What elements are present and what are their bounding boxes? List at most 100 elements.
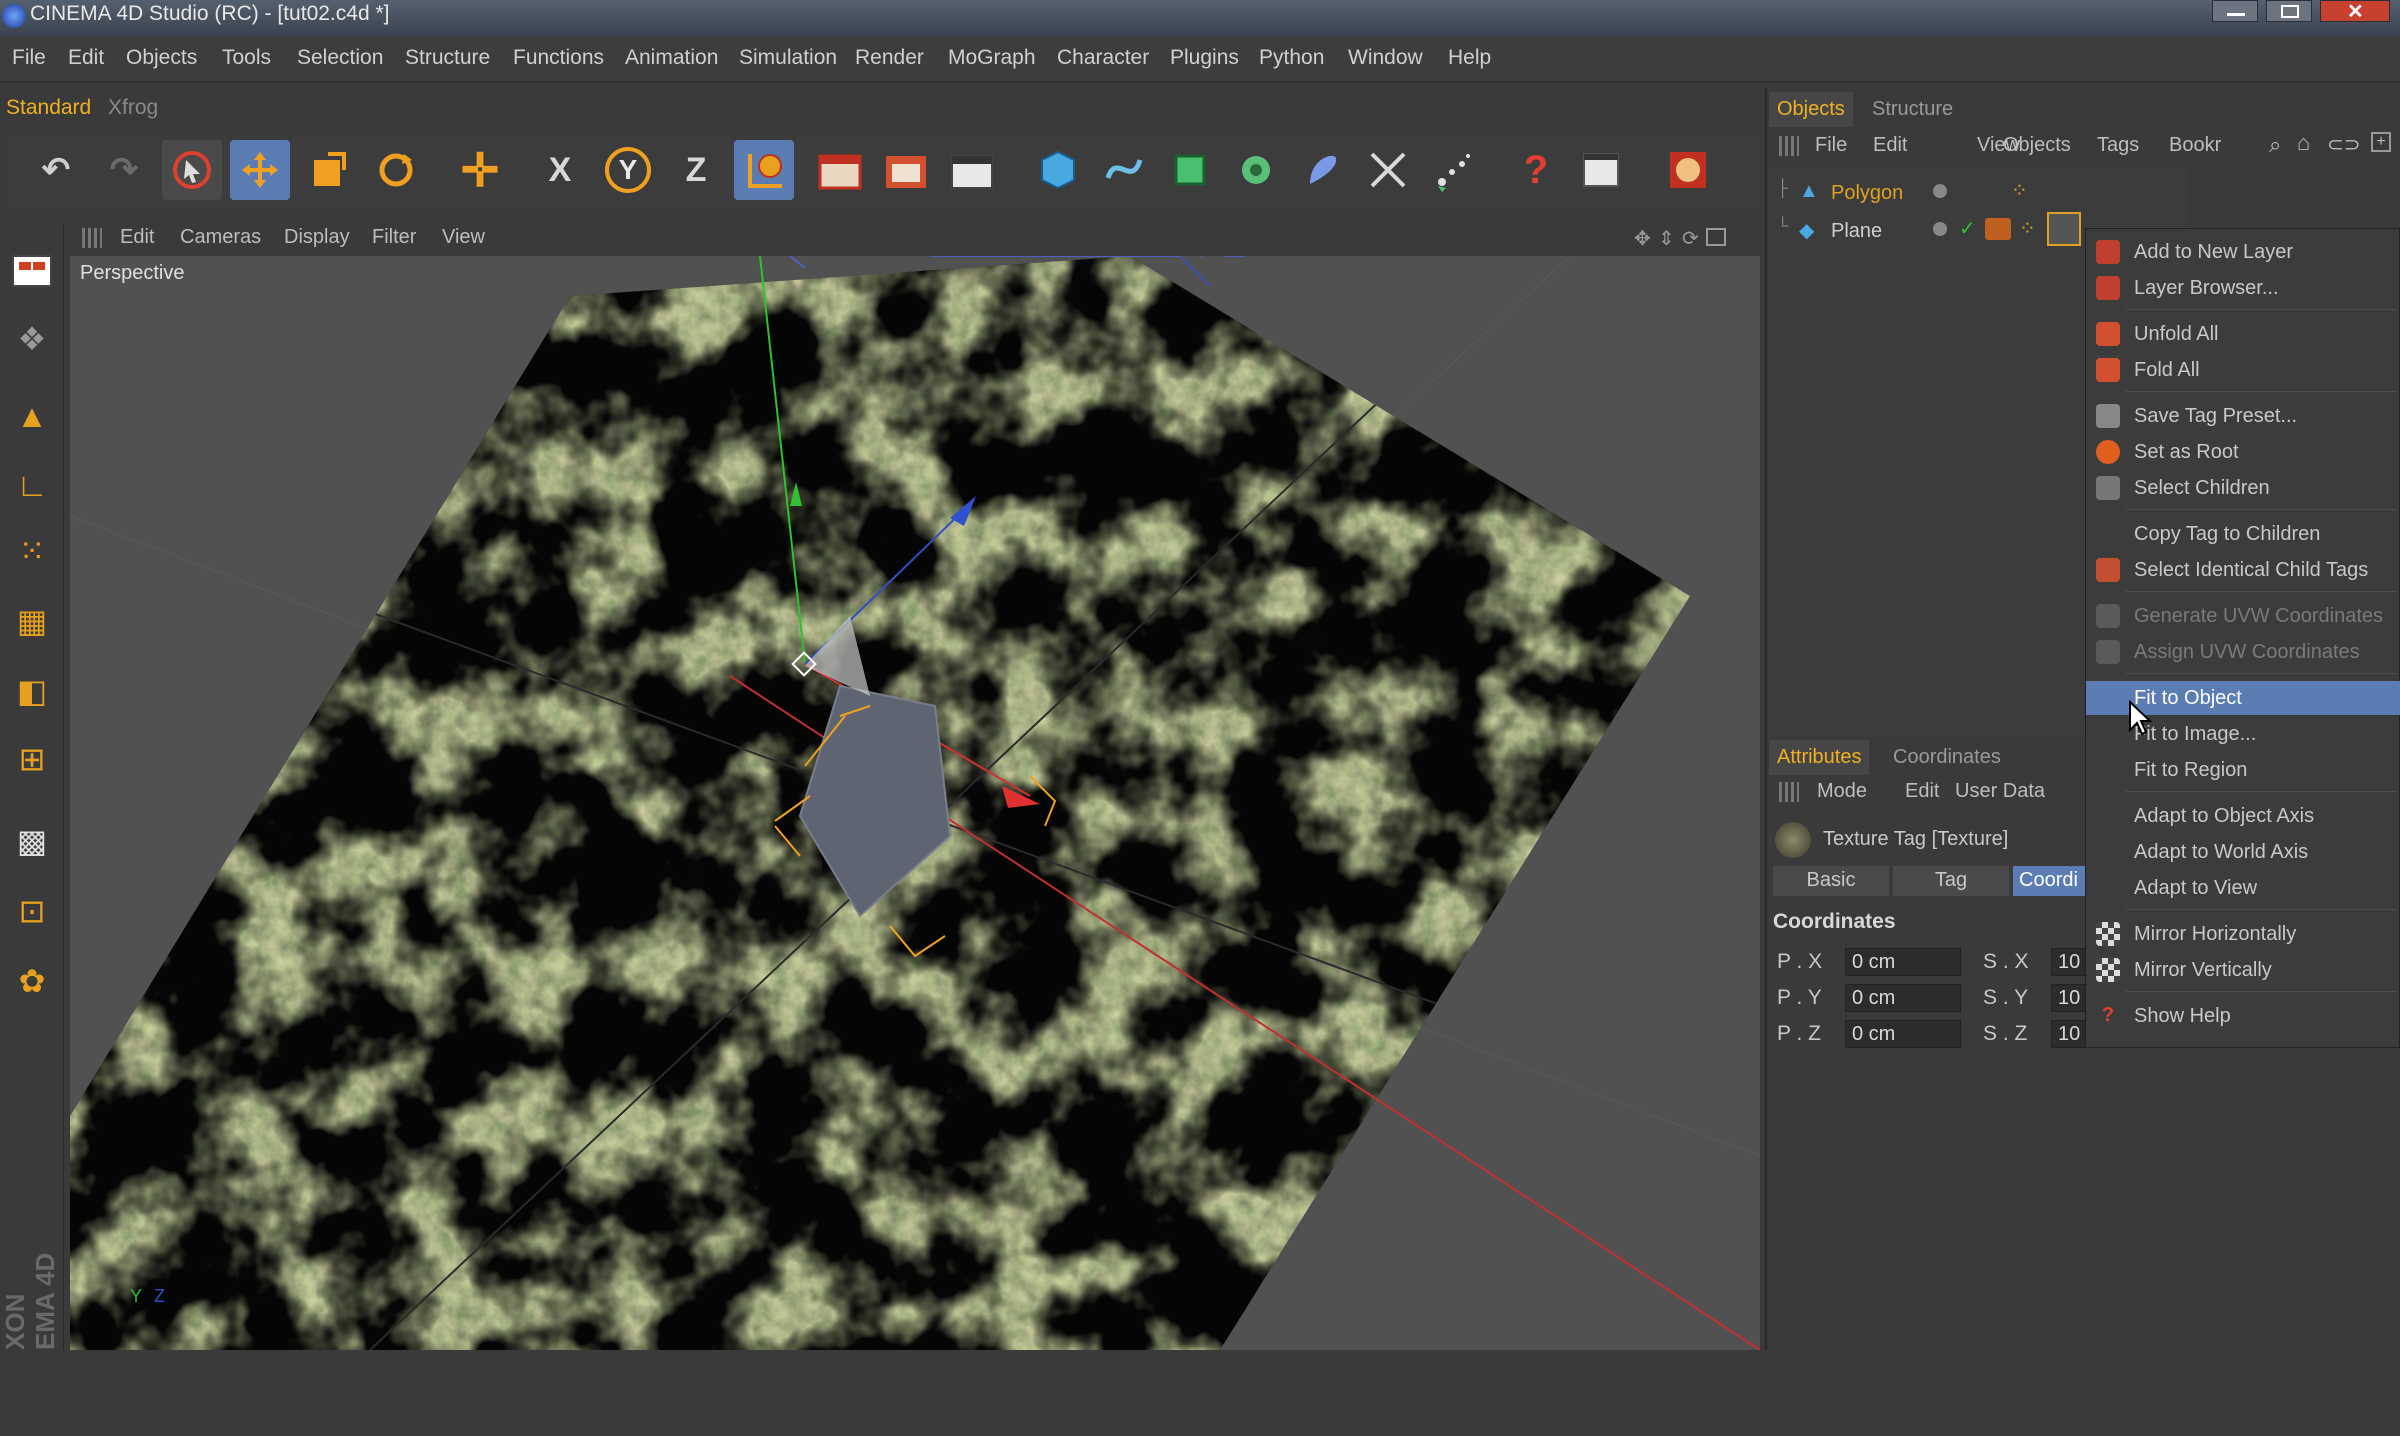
menu-item-fold-all[interactable]: Fold All xyxy=(2086,353,2400,387)
close-button[interactable]: ✕ xyxy=(2320,0,2390,23)
menu-item-fit-to-region[interactable]: Fit to Region xyxy=(2086,753,2400,787)
menu-item-unfold-all[interactable]: Unfold All xyxy=(2086,317,2400,351)
tab-attributes[interactable]: Attributes xyxy=(1769,740,1870,775)
menu-item-show-help[interactable]: ? Show Help xyxy=(2086,999,2400,1033)
viewport-menu-display[interactable]: Display xyxy=(284,226,350,249)
viewport-menu-cameras[interactable]: Cameras xyxy=(180,226,261,249)
tab-standard[interactable]: Standard xyxy=(6,96,91,120)
objects-menu-bookmarks[interactable]: Bookr xyxy=(2169,134,2221,157)
menu-item-add-to-new-layer[interactable]: Add to New Layer xyxy=(2086,235,2400,269)
object-axis-icon[interactable]: ∟ xyxy=(6,459,58,511)
attributes-menu-user-data[interactable]: User Data xyxy=(1955,780,2045,803)
cube-icon[interactable] xyxy=(1028,140,1088,200)
menu-structure[interactable]: Structure xyxy=(405,46,490,70)
subtab-coordinates[interactable]: Coordi xyxy=(2013,866,2087,896)
menu-file[interactable]: File xyxy=(12,46,46,70)
deformer-icon[interactable] xyxy=(1292,140,1352,200)
render-settings-icon[interactable] xyxy=(942,140,1002,200)
axis-x-toggle[interactable]: X xyxy=(530,140,590,200)
menu-objects[interactable]: Objects xyxy=(126,46,197,70)
home-icon[interactable]: ⌂ xyxy=(2297,130,2310,156)
objects-menu-file[interactable]: File xyxy=(1815,134,1847,157)
menu-item-save-tag-preset[interactable]: Save Tag Preset... xyxy=(2086,399,2400,433)
p-z-field[interactable]: 0 cm xyxy=(1845,1020,1961,1048)
perspective-viewport[interactable]: Perspective Y Z xyxy=(70,256,1760,1350)
viewport-maximize-icon[interactable] xyxy=(1706,228,1726,246)
scene-icon[interactable] xyxy=(1358,140,1418,200)
menu-item-generate-uvw-coordinates[interactable]: Generate UVW Coordinates xyxy=(2086,599,2400,633)
menu-simulation[interactable]: Simulation xyxy=(739,46,837,70)
checker-icon[interactable]: ▩ xyxy=(6,815,58,867)
tab-coordinates[interactable]: Coordinates xyxy=(1885,740,2009,775)
objects-menu-edit[interactable]: Edit xyxy=(1873,134,1907,157)
tag-icon[interactable]: ⁘ xyxy=(2011,178,2028,203)
attributes-menu-edit[interactable]: Edit xyxy=(1905,780,1939,803)
object-row-polygon[interactable]: ├ ▲ Polygon ⁘ xyxy=(1775,176,2175,210)
menu-item-mirror-horizontally[interactable]: Mirror Horizontally xyxy=(2086,917,2400,951)
add-object-icon[interactable]: ✛ xyxy=(450,140,510,200)
menu-render[interactable]: Render xyxy=(855,46,924,70)
visibility-dot[interactable] xyxy=(1933,222,1947,236)
viewport-move-icon[interactable]: ✥ xyxy=(1634,226,1651,251)
menu-item-select-children[interactable]: Select Children xyxy=(2086,471,2400,505)
sculpt-icon[interactable]: ✿ xyxy=(6,955,58,1007)
viewport-menu-view[interactable]: View xyxy=(442,226,485,249)
viewport-menu-filter[interactable]: Filter xyxy=(372,226,416,249)
tab-xfrog[interactable]: Xfrog xyxy=(108,96,158,120)
scale-icon[interactable] xyxy=(298,140,358,200)
menu-python[interactable]: Python xyxy=(1259,46,1324,70)
menu-item-layer-browser[interactable]: Layer Browser... xyxy=(2086,271,2400,305)
phong-tag-icon[interactable] xyxy=(1985,218,2011,240)
viewport-zoom-icon[interactable]: ⇕ xyxy=(1658,226,1675,251)
redo-icon[interactable]: ↷ xyxy=(94,140,154,200)
visibility-dot[interactable] xyxy=(1933,184,1947,198)
menu-item-set-as-root[interactable]: Set as Root xyxy=(2086,435,2400,469)
model-mode-icon[interactable]: ▲ xyxy=(6,390,58,442)
enabled-check-icon[interactable]: ✓ xyxy=(1959,216,1976,241)
menu-item-select-identical-child-tags[interactable]: Select Identical Child Tags xyxy=(2086,553,2400,587)
use-model-tool-icon[interactable] xyxy=(6,245,58,297)
world-coordinates-icon[interactable] xyxy=(734,140,794,200)
menu-functions[interactable]: Functions xyxy=(513,46,604,70)
axis-lock-icon[interactable]: ⊡ xyxy=(6,885,58,937)
menu-tools[interactable]: Tools xyxy=(222,46,271,70)
search-icon[interactable]: ⌕ xyxy=(2269,132,2281,158)
new-window-icon[interactable]: + xyxy=(2371,132,2391,152)
spline-icon[interactable] xyxy=(1094,140,1154,200)
menu-item-mirror-vertically[interactable]: Mirror Vertically xyxy=(2086,953,2400,987)
menu-character[interactable]: Character xyxy=(1057,46,1149,70)
menu-edit[interactable]: Edit xyxy=(68,46,104,70)
menu-item-adapt-to-world-axis[interactable]: Adapt to World Axis xyxy=(2086,835,2400,869)
particle-icon[interactable] xyxy=(1424,140,1484,200)
texture-mode-icon[interactable]: ❖ xyxy=(6,313,58,365)
rotate-icon[interactable] xyxy=(366,140,426,200)
p-x-field[interactable]: 0 cm xyxy=(1845,948,1961,976)
menu-mograph[interactable]: MoGraph xyxy=(948,46,1036,70)
menu-help[interactable]: Help xyxy=(1448,46,1491,70)
polygons-mode-icon[interactable]: ◧ xyxy=(6,665,58,717)
points-mode-icon[interactable]: ⁙ xyxy=(6,525,58,577)
link-icon[interactable]: ⊂⊃ xyxy=(2327,132,2361,157)
uv-mode-icon[interactable]: ⊞ xyxy=(6,733,58,785)
nurbs-icon[interactable] xyxy=(1160,140,1220,200)
axis-z-toggle[interactable]: Z xyxy=(666,140,726,200)
menu-item-assign-uvw-coordinates[interactable]: Assign UVW Coordinates xyxy=(2086,635,2400,669)
objects-menu-objects[interactable]: Objects xyxy=(2003,134,2071,157)
maximize-button[interactable] xyxy=(2266,0,2312,22)
render-view-icon[interactable] xyxy=(810,140,870,200)
minimize-button[interactable] xyxy=(2212,0,2258,22)
subtab-basic[interactable]: Basic xyxy=(1773,866,1889,896)
attributes-menu-mode[interactable]: Mode xyxy=(1817,780,1867,803)
texture-tag-icon[interactable] xyxy=(2047,212,2081,246)
move-icon[interactable] xyxy=(230,140,290,200)
array-icon[interactable] xyxy=(1226,140,1286,200)
menu-item-copy-tag-to-children[interactable]: Copy Tag to Children xyxy=(2086,517,2400,551)
tab-structure[interactable]: Structure xyxy=(1864,92,1961,127)
subtab-tag[interactable]: Tag xyxy=(1893,866,2009,896)
p-y-field[interactable]: 0 cm xyxy=(1845,984,1961,1012)
help-icon[interactable]: ? xyxy=(1506,140,1566,200)
viewport-menu-edit[interactable]: Edit xyxy=(120,226,154,249)
viewport-rotate-icon[interactable]: ⟳ xyxy=(1682,226,1699,251)
edges-mode-icon[interactable]: ▦ xyxy=(6,595,58,647)
menu-item-adapt-to-object-axis[interactable]: Adapt to Object Axis xyxy=(2086,799,2400,833)
